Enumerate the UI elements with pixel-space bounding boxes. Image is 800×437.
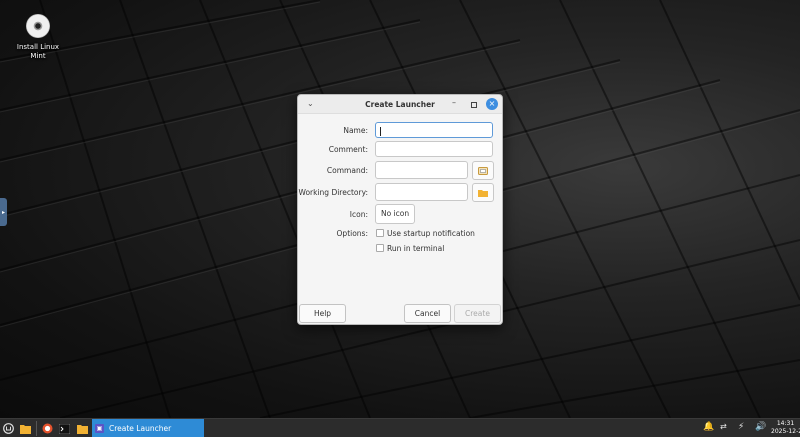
power-icon[interactable]: ⚡ xyxy=(738,422,744,432)
working-directory-input[interactable] xyxy=(375,183,468,201)
chevron-right-icon: ▸ xyxy=(1,208,5,216)
help-button[interactable]: Help xyxy=(299,304,346,323)
cancel-button[interactable]: Cancel xyxy=(404,304,451,323)
folder-icon xyxy=(20,424,31,434)
create-launcher-dialog: ⌄ Create Launcher – × Name: Comment: Com… xyxy=(297,94,503,325)
clock-date: 2025-12-29 xyxy=(771,428,800,435)
command-input[interactable] xyxy=(375,161,468,179)
create-button[interactable]: Create xyxy=(454,304,501,323)
mint-menu-icon xyxy=(3,423,14,434)
firefox-launcher[interactable] xyxy=(41,421,54,436)
command-label: Command: xyxy=(326,166,368,175)
disc-icon xyxy=(26,14,50,38)
panel-edge-handle[interactable]: ▸ xyxy=(0,198,7,226)
run-in-terminal-checkbox[interactable] xyxy=(376,244,384,252)
startup-notification-checkbox[interactable] xyxy=(376,229,384,237)
folder-icon xyxy=(77,424,88,434)
clock-time: 14:31 xyxy=(776,420,795,427)
run-in-terminal-label[interactable]: Run in terminal xyxy=(387,244,444,253)
comment-input[interactable] xyxy=(375,141,493,157)
name-input[interactable] xyxy=(375,122,493,138)
startup-notification-label[interactable]: Use startup notification xyxy=(387,229,475,238)
browse-command-button[interactable] xyxy=(472,161,494,180)
folder-icon xyxy=(478,189,488,197)
terminal-launcher[interactable] xyxy=(58,421,71,436)
text-caret xyxy=(380,126,381,136)
file-browser-icon xyxy=(478,167,488,175)
firefox-icon xyxy=(42,423,53,434)
maximize-icon[interactable] xyxy=(471,102,477,108)
desktop-icon-install-mint[interactable]: Install Linux Mint xyxy=(12,14,64,61)
terminal-icon xyxy=(59,423,70,434)
taskbar: ▣ Create Launcher 🔔 ⇄ ⚡ 🔊 14:31 2025-12-… xyxy=(0,418,800,437)
icon-label: Icon: xyxy=(349,210,368,219)
start-menu-button[interactable] xyxy=(2,421,15,436)
desktop-icon-label: Install Linux Mint xyxy=(16,43,60,60)
taskbar-window-create-launcher[interactable]: ▣ Create Launcher xyxy=(92,419,204,437)
working-directory-label: Working Directory: xyxy=(298,188,368,197)
clock[interactable]: 14:31 2025-12-29 xyxy=(771,420,800,436)
launcher-icon: ▣ xyxy=(95,424,104,433)
taskbar-separator xyxy=(36,421,37,436)
browse-directory-button[interactable] xyxy=(472,183,494,202)
taskbar-window-label: Create Launcher xyxy=(109,424,172,433)
dialog-titlebar[interactable]: ⌄ Create Launcher – × xyxy=(298,95,502,114)
show-desktop-button[interactable] xyxy=(19,421,32,436)
comment-label: Comment: xyxy=(328,145,368,154)
name-label: Name: xyxy=(343,126,368,135)
minimize-icon[interactable]: – xyxy=(452,98,456,107)
options-label: Options: xyxy=(336,229,368,238)
files-launcher[interactable] xyxy=(76,421,89,436)
network-icon[interactable]: ⇄ xyxy=(720,422,727,431)
close-icon[interactable]: × xyxy=(486,98,498,110)
notifications-icon[interactable]: 🔔 xyxy=(703,422,714,432)
volume-icon[interactable]: 🔊 xyxy=(755,422,766,432)
icon-picker-button[interactable]: No icon xyxy=(375,204,416,224)
